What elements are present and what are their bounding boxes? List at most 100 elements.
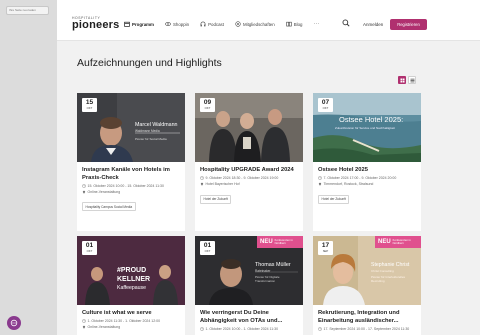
more-menu-button[interactable]: ··· bbox=[314, 21, 321, 27]
event-tag[interactable]: Hotel der Zukunft bbox=[318, 194, 350, 204]
event-location: Online-Veranstaltung bbox=[82, 190, 180, 195]
overlay-subtitle: Zukunftsvision für Service und Nachhalti… bbox=[335, 126, 395, 130]
event-title: Ostsee Hotel 2025 bbox=[318, 167, 368, 173]
page: HOSPITALITY pioneers Programm Shoppin Po… bbox=[57, 0, 480, 335]
overlay-brand: KELLNER bbox=[117, 276, 151, 283]
clock-icon bbox=[200, 176, 204, 180]
event-date: 1. Oktober 2024 10:00 - 1. Oktober 2024 … bbox=[200, 327, 298, 332]
event-location-text: Timmendorf, Rostock, Stralsund bbox=[323, 182, 374, 187]
date-month: OKT bbox=[86, 106, 93, 110]
nav-item-shoppin[interactable]: Shoppin bbox=[165, 21, 189, 27]
date-month: OKT bbox=[204, 106, 211, 110]
date-month: OKT bbox=[204, 249, 211, 253]
list-view-button[interactable] bbox=[408, 76, 416, 84]
event-tag[interactable]: Hospitality Campus Social Media bbox=[82, 202, 136, 212]
clock-icon bbox=[318, 176, 322, 180]
date-day: 15 bbox=[85, 99, 94, 106]
nav-label: Programm bbox=[132, 21, 154, 27]
nav-item-podcast[interactable]: Podcast bbox=[200, 21, 224, 27]
location-pin-icon bbox=[318, 183, 322, 187]
chat-widget-button[interactable] bbox=[7, 316, 21, 330]
date-month: OKT bbox=[86, 249, 93, 253]
event-title: Culture ist what we serve bbox=[82, 310, 152, 316]
grid-view-button[interactable] bbox=[398, 76, 406, 84]
nav-label: Mitgliedschaften bbox=[242, 21, 275, 27]
date-day: 09 bbox=[203, 99, 212, 106]
event-title: Hospitality UPGRADE Award 2024 bbox=[200, 167, 294, 173]
new-badge: NEU Konferenzen in Nordbern bbox=[257, 236, 303, 248]
site-header: HOSPITALITY pioneers Programm Shoppin Po… bbox=[57, 0, 480, 41]
date-day: 17 bbox=[321, 242, 330, 249]
calendar-icon bbox=[124, 21, 130, 27]
event-date-text: 17. September 2024 10:00 - 17. September… bbox=[323, 326, 410, 331]
badge-icon bbox=[235, 21, 241, 27]
event-date-text: 1. Oktober 2024 10:00 - 1. Oktober 2024 … bbox=[205, 326, 279, 331]
date-day: 01 bbox=[85, 242, 94, 249]
date-badge: 07 OKT bbox=[318, 98, 333, 112]
logo[interactable]: HOSPITALITY pioneers bbox=[72, 16, 119, 31]
event-card[interactable]: 01 OKT NEU Konferenzen in Nordbern Thoma… bbox=[195, 236, 303, 335]
date-badge: 01 OKT bbox=[200, 241, 215, 255]
new-badge-sub: Konferenzen in Nordbern bbox=[392, 238, 411, 245]
list-icon bbox=[410, 78, 414, 82]
overlay-role: Rateinaker bbox=[255, 269, 271, 273]
browser-tab[interactable]: Ihre Seite neu laden bbox=[6, 6, 49, 15]
view-toggle bbox=[396, 76, 416, 84]
main-nav: Programm Shoppin Podcast Mitgliedschafte… bbox=[124, 21, 320, 27]
overlay-role: Christ Consulting bbox=[371, 269, 394, 273]
clock-icon bbox=[82, 319, 86, 323]
location-pin-icon bbox=[82, 190, 86, 194]
event-title: Wie verringerst Du Deine Abhängigkeit vo… bbox=[200, 310, 283, 324]
overlay-name: Stephanie Christ bbox=[371, 262, 410, 268]
logo-big-text: pioneers bbox=[72, 19, 120, 31]
clock-icon bbox=[318, 326, 322, 331]
nav-item-programm[interactable]: Programm bbox=[124, 21, 154, 27]
date-month: OKT bbox=[322, 106, 329, 110]
clock-icon bbox=[200, 326, 204, 331]
overlay-name: Marcel Waldmann bbox=[135, 122, 178, 128]
event-image: 09 OKT bbox=[195, 93, 303, 162]
event-date-text: 9. Oktober 2024 18:30 - 9. Oktober 2024 … bbox=[205, 176, 279, 180]
date-badge: 17 SEP bbox=[318, 241, 333, 255]
nav-label: Blog bbox=[293, 21, 303, 27]
event-card[interactable]: 17 SEP NEU Konferenzen in Nordbern Steph… bbox=[313, 236, 421, 335]
register-button[interactable]: Registrieren bbox=[390, 19, 427, 30]
new-badge-sub: Konferenzen in Nordbern bbox=[274, 238, 293, 245]
date-badge: 15 OKT bbox=[82, 98, 97, 112]
date-badge: 01 OKT bbox=[82, 241, 97, 255]
event-date-text: 1. Oktober 2024 11:30 - 1. Oktober 2024 … bbox=[87, 319, 161, 323]
location-pin-icon bbox=[82, 326, 86, 330]
overlay-hashtag: #PROUD bbox=[117, 267, 147, 274]
overlay-sub: Pionier für Digitale Transformation bbox=[255, 275, 280, 283]
event-date-text: 7. Oktober 2024 17:00 - 9. Oktober 2024 … bbox=[323, 176, 397, 180]
book-icon bbox=[286, 21, 292, 27]
date-month: SEP bbox=[322, 249, 329, 253]
new-badge: NEU Konferenzen in Nordbern bbox=[375, 236, 421, 248]
grid-icon bbox=[400, 78, 404, 82]
event-tag[interactable]: Hotel der Zukunft bbox=[200, 194, 232, 204]
event-image: 15 OKT Marcel Waldmann Waldmann Media Pi… bbox=[77, 93, 185, 162]
event-card[interactable]: 07 OKT Ostsee Hotel 2025: Zukunftsvision… bbox=[313, 93, 421, 231]
overlay-sub: Pionier für Social Media bbox=[135, 137, 167, 141]
event-card[interactable]: 09 OKT Hospitality UPGRADE Award 2024 9.… bbox=[195, 93, 303, 231]
search-icon[interactable] bbox=[342, 19, 350, 27]
overlay-name: Thomas Müller bbox=[255, 262, 291, 268]
overlay-sub: Pionier für Interkulturelles Recruiting bbox=[371, 275, 406, 283]
event-date: 7. Oktober 2024 17:00 - 9. Oktober 2024 … bbox=[318, 176, 416, 181]
event-date: 9. Oktober 2024 18:30 - 9. Oktober 2024 … bbox=[200, 176, 298, 181]
event-image: 07 OKT Ostsee Hotel 2025: Zukunftsvision… bbox=[313, 93, 421, 162]
event-card[interactable]: 15 OKT Marcel Waldmann Waldmann Media Pi… bbox=[77, 93, 185, 231]
date-day: 01 bbox=[203, 242, 212, 249]
overlay-role: Waldmann Media bbox=[135, 129, 160, 133]
login-link[interactable]: Anmelden bbox=[363, 22, 383, 27]
event-card[interactable]: 01 OKT #PROUD KELLNER Kaffeepause Cultur… bbox=[77, 236, 185, 335]
nav-label: Shoppin bbox=[172, 21, 190, 27]
nav-item-mitgliedschaften[interactable]: Mitgliedschaften bbox=[235, 21, 275, 27]
event-date: 1. Oktober 2024 11:30 - 1. Oktober 2024 … bbox=[82, 319, 180, 324]
page-title: Aufzeichnungen und Highlights bbox=[77, 57, 222, 69]
nav-item-blog[interactable]: Blog bbox=[286, 21, 303, 27]
event-location: Hotel Bayerischer Hof bbox=[200, 182, 298, 187]
event-date: 17. September 2024 10:00 - 17. September… bbox=[318, 327, 416, 332]
event-location-text: Online-Veranstaltung bbox=[87, 325, 121, 330]
nav-label: Podcast bbox=[208, 21, 224, 27]
